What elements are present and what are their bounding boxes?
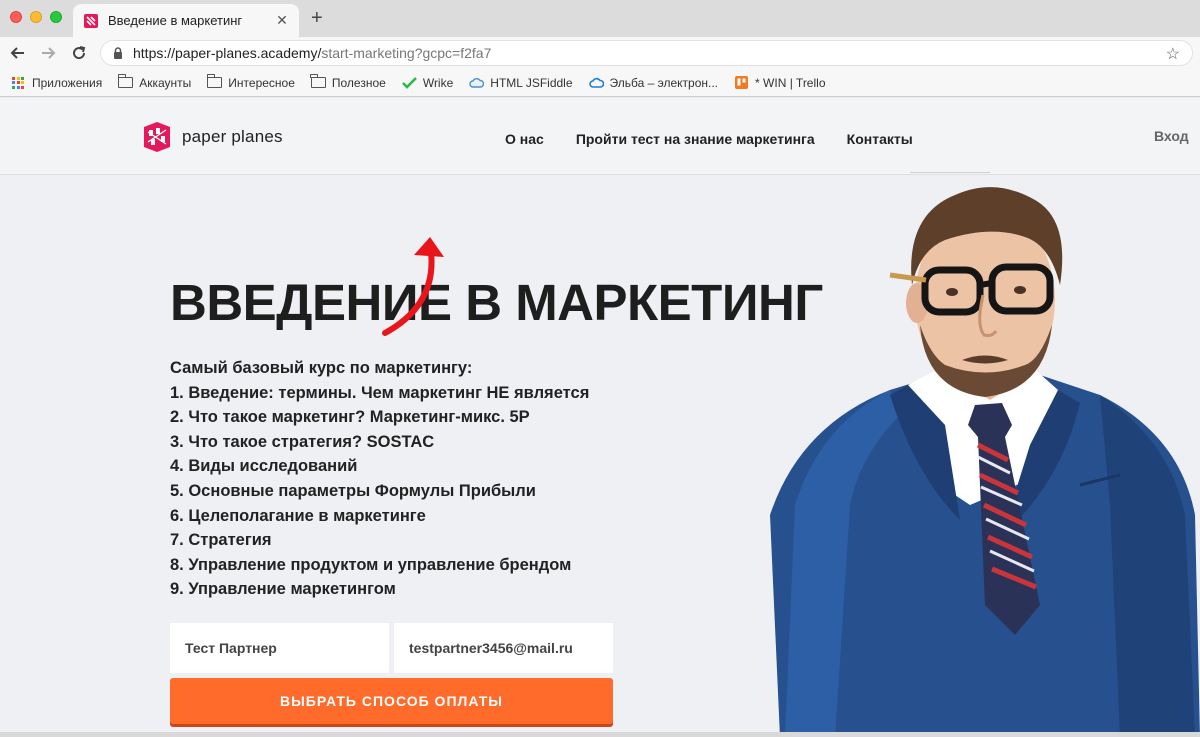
url-text: https://paper-planes.academy/start-marke… <box>133 45 491 61</box>
window-minimize-button[interactable] <box>30 11 42 23</box>
bookmark-label: Полезное <box>331 75 386 90</box>
bookmark-label: HTML JSFiddle <box>490 75 573 90</box>
bookmark-star-icon[interactable]: ☆ <box>1166 44 1180 64</box>
page-title: ВВЕДЕНИЕ В МАРКЕТИНГ <box>170 274 823 331</box>
choose-payment-button[interactable]: ВЫБРАТЬ СПОСОБ ОПЛАТЫ <box>170 678 613 724</box>
bookmark-folder-interesting[interactable]: Интересное <box>206 74 295 90</box>
checkmark-icon <box>401 76 417 89</box>
site-header: paper planes О нас Пройти тест на знание… <box>0 98 1200 174</box>
bookmark-trello[interactable]: * WIN | Trello <box>734 75 826 90</box>
nav-about[interactable]: О нас <box>505 131 544 147</box>
bookmark-apps[interactable]: Приложения <box>12 76 102 90</box>
reload-icon <box>73 46 86 60</box>
list-item: 6. Целеполагание в маркетинге <box>170 506 426 525</box>
arrow-left-icon <box>10 47 24 59</box>
folder-icon <box>206 74 223 88</box>
bottom-edge <box>0 732 1200 737</box>
bookmark-folder-useful[interactable]: Полезное <box>310 74 386 90</box>
annotation-arrow-icon <box>382 237 444 336</box>
trello-icon <box>735 76 749 89</box>
bookmark-folder-accounts[interactable]: Аккаунты <box>117 74 192 90</box>
bookmark-elba[interactable]: Эльба – электрон... <box>588 75 719 90</box>
logo-text: paper planes <box>182 127 283 146</box>
bookmark-label: * WIN | Trello <box>755 75 826 90</box>
bookmark-label: Wrike <box>422 75 454 90</box>
hero-section: ВВЕДЕНИЕ В МАРКЕТИНГ Самый базовый курс … <box>0 175 1200 737</box>
email-field[interactable]: testpartner3456@mail.ru <box>394 623 613 673</box>
list-item: 1. Введение: термины. Чем маркетинг НЕ я… <box>170 383 590 402</box>
site-logo[interactable]: paper planes <box>140 120 283 154</box>
list-item: 9. Управление маркетингом <box>170 580 396 599</box>
paper-planes-logo-icon <box>144 122 170 152</box>
reload-button[interactable] <box>68 42 90 64</box>
browser-tab[interactable]: Введение в маркетинг ✕ <box>73 4 299 37</box>
course-outline: Самый базовый курс по маркетингу: 1. Вве… <box>170 356 589 602</box>
cloud-icon <box>588 77 604 88</box>
back-button[interactable] <box>7 42 29 64</box>
bookmark-label: Интересное <box>228 75 295 90</box>
lock-icon <box>114 47 122 59</box>
login-link[interactable]: Вход <box>1154 128 1189 144</box>
forward-button[interactable] <box>37 42 59 64</box>
name-field[interactable]: Тест Партнер <box>170 623 389 673</box>
arrow-right-icon <box>42 47 56 59</box>
folder-icon <box>310 74 326 88</box>
folder-icon <box>117 74 134 88</box>
nav-marketing-test[interactable]: Пройти тест на знание маркетинга <box>576 131 815 147</box>
window-close-button[interactable] <box>10 11 22 23</box>
list-item: 7. Стратегия <box>170 531 272 550</box>
list-item: 8. Управление продуктом и управление бре… <box>170 555 572 574</box>
list-item: 4. Виды исследований <box>170 457 358 476</box>
window-zoom-button[interactable] <box>50 11 62 23</box>
tab-title: Введение в маркетинг <box>108 13 243 28</box>
course-intro: Самый базовый курс по маркетингу: <box>170 359 473 377</box>
instructor-photo <box>770 187 1200 737</box>
cloud-icon <box>469 77 485 88</box>
list-item: 2. Что такое маркетинг? Маркетинг-микс. … <box>170 408 530 427</box>
bookmark-label: Эльба – электрон... <box>609 75 719 90</box>
bookmark-jsfiddle[interactable]: HTML JSFiddle <box>469 75 573 90</box>
header-divider <box>910 172 990 173</box>
url-path: start-marketing?gcpc=f2fa7 <box>321 45 492 61</box>
bookmark-label: Аккаунты <box>139 75 192 90</box>
bookmark-wrike[interactable]: Wrike <box>401 75 454 90</box>
bookmark-label: Приложения <box>32 75 103 90</box>
apps-grid-icon <box>12 76 24 89</box>
list-item: 3. Что такое стратегия? SOSTAC <box>170 432 435 451</box>
list-item: 5. Основные параметры Формулы Прибыли <box>170 481 536 500</box>
paper-planes-favicon-icon <box>84 13 98 28</box>
main-nav: О нас Пройти тест на знание маркетинга К… <box>505 131 945 147</box>
url-host: https://paper-planes.academy/ <box>133 45 322 61</box>
bookmarks-bar: Приложения Аккаунты Интересное Полезное … <box>0 69 1200 97</box>
address-bar[interactable]: https://paper-planes.academy/start-marke… <box>100 40 1193 66</box>
tab-close-icon[interactable]: ✕ <box>275 12 289 29</box>
browser-tab-bar: Введение в маркетинг ✕ + <box>0 0 1200 37</box>
browser-toolbar: https://paper-planes.academy/start-marke… <box>0 37 1200 69</box>
nav-contacts[interactable]: Контакты <box>847 131 913 147</box>
new-tab-button[interactable]: + <box>311 7 323 29</box>
